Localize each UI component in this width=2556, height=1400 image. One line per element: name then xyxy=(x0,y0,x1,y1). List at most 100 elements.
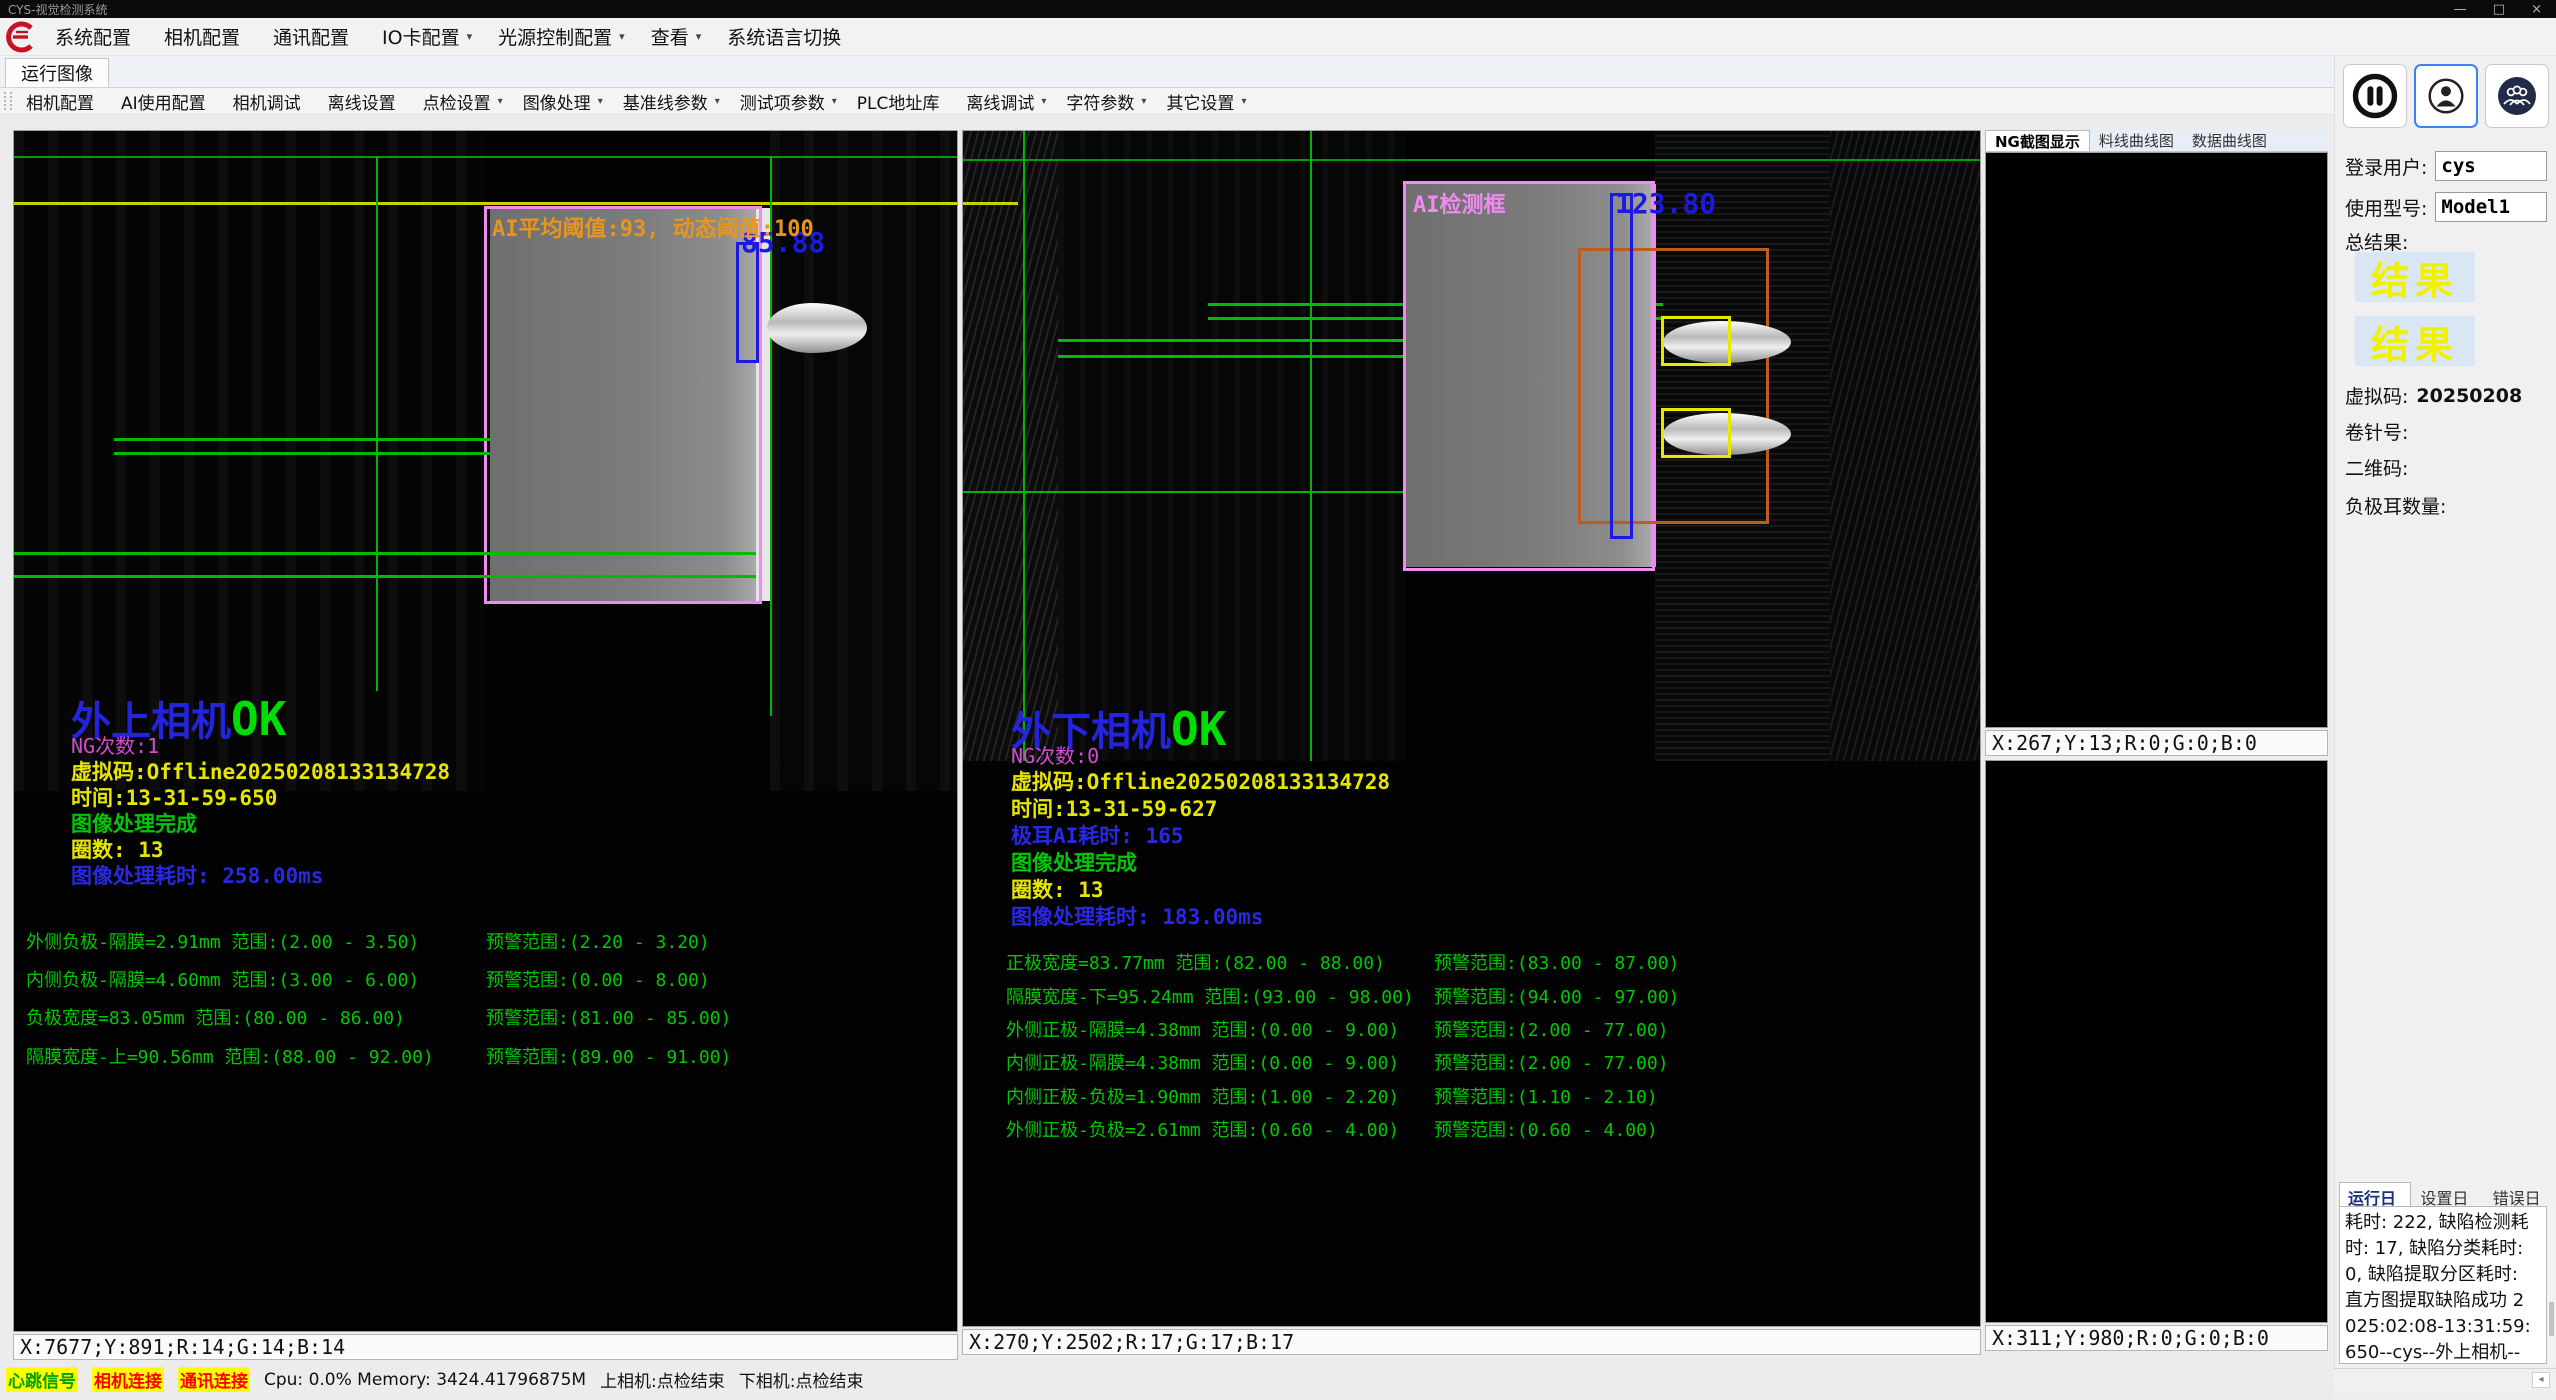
chevron-down-icon: ▾ xyxy=(598,96,603,107)
toolbar-camera-config[interactable]: 相机配置 xyxy=(16,89,111,114)
camera-connection-status: 相机连接 xyxy=(92,1367,164,1392)
virtual-code-row: 虚拟码: 20250208 xyxy=(2345,382,2522,409)
toolbar-test-item-params[interactable]: 测试项参数▾ xyxy=(730,89,847,114)
roi-rect-blue xyxy=(1610,193,1633,539)
model-row: 使用型号: xyxy=(2345,192,2547,222)
qrcode-row: 二维码: xyxy=(2345,454,2416,481)
menu-item-light-config[interactable]: 光源控制配置▾ xyxy=(485,18,638,55)
pause-button[interactable] xyxy=(2343,64,2407,128)
content-area: 运行图像 相机配置 AI使用配置 相机调试 离线设置 点检设置▾ 图像处理▾ 基… xyxy=(0,56,2556,1368)
tab-ng-screenshot[interactable]: NG截图显示 xyxy=(1985,130,2090,151)
measure-line xyxy=(963,491,1406,493)
menu-item-camera-config[interactable]: 相机配置 xyxy=(151,18,260,55)
toolbar-plc-address[interactable]: PLC地址库 xyxy=(847,89,957,114)
model-label: 使用型号: xyxy=(2345,194,2427,221)
camera-info-line: 图像处理耗时: 258.00ms xyxy=(71,860,323,890)
lower-camera-coords: X:270;Y:2502;R:17;G:17;B:17 xyxy=(962,1329,1981,1355)
side-panel: 登录用户: 使用型号: 总结果: 结果 结果 虚拟码: 20250208 卷针号… xyxy=(2334,56,2556,1368)
window-controls: — □ × xyxy=(2454,2,2548,17)
chevron-down-icon: ▾ xyxy=(1041,96,1046,107)
ng-thumbnail-upper[interactable]: 85.88 AI平均阈值:93, 动态阈值:100 外上相机OK NG次数:1 … xyxy=(1985,152,2328,728)
toolbar-grip-handle[interactable] xyxy=(4,92,12,110)
camera-result-title: 外下相机OK NG次数:0 xyxy=(1011,706,1226,766)
window-titlebar: CYS-视觉检测系统 — □ × xyxy=(0,0,2556,18)
cpu-memory-readout: Cpu: 0.0% Memory: 3424.41796875M xyxy=(264,1370,586,1390)
camera-info-line: 虚拟码:Offline20250208133134728 xyxy=(1011,766,1390,796)
toolbar-camera-debug[interactable]: 相机调试 xyxy=(223,89,318,114)
close-icon[interactable]: × xyxy=(2531,2,2542,17)
toolbar-spot-check[interactable]: 点检设置▾ xyxy=(413,89,513,114)
minimize-icon[interactable]: — xyxy=(2454,2,2467,17)
measure-line xyxy=(114,452,490,455)
menu-item-view[interactable]: 查看▾ xyxy=(638,18,715,55)
toolbar-image-processing[interactable]: 图像处理▾ xyxy=(513,89,613,114)
document-tab-bar: 运行图像 xyxy=(0,56,2334,88)
negative-tab-count-row: 负极耳数量: xyxy=(2345,492,2454,519)
menu-item-system-config[interactable]: 系统配置 xyxy=(42,18,151,55)
tab-line-curve[interactable]: 料线曲线图 xyxy=(2090,130,2183,151)
baseline-yellow xyxy=(14,202,958,205)
roi-rect-blue xyxy=(736,242,759,363)
single-user-button[interactable] xyxy=(2414,64,2478,128)
lower-camera-check-status: 下相机:点检结束 xyxy=(739,1367,864,1392)
roi-rect-pink xyxy=(484,206,762,604)
control-button-row xyxy=(2343,64,2556,128)
tab-run-image[interactable]: 运行图像 xyxy=(5,58,109,87)
toolbar-baseline-params[interactable]: 基准线参数▾ xyxy=(613,89,730,114)
ng-thumbnail-lower[interactable]: AI检测框 123.80 外下相机OK NG次数:0 xyxy=(1985,760,2328,1323)
lower-camera-panel: AI检测框 123.80 外下相机OK NG次数:0 xyxy=(962,130,1981,1400)
toolbar-char-params[interactable]: 字符参数▾ xyxy=(1056,89,1156,114)
roi-rect-yellow xyxy=(1661,408,1731,458)
login-user-row: 登录用户: xyxy=(2345,151,2547,181)
camera-status-ok: OK xyxy=(1171,702,1226,756)
chevron-down-icon: ▾ xyxy=(832,96,837,107)
camera-info-line: 图像处理完成 xyxy=(1011,847,1137,877)
toolbar-ai-usage-config[interactable]: AI使用配置 xyxy=(111,89,223,114)
measure-line xyxy=(1058,355,1406,358)
reference-line xyxy=(1310,131,1312,761)
model-field[interactable] xyxy=(2435,192,2547,222)
reference-line xyxy=(1023,131,1025,761)
login-user-label: 登录用户: xyxy=(2345,153,2427,180)
log-scrollbar[interactable] xyxy=(2548,1206,2555,1364)
scroll-corner[interactable]: ◂ xyxy=(2532,1372,2550,1388)
negative-tab-count-label: 负极耳数量: xyxy=(2345,492,2446,519)
winding-pin-label: 卷针号: xyxy=(2345,418,2408,445)
upper-camera-check-status: 上相机:点检结束 xyxy=(600,1367,725,1392)
lower-camera-image[interactable]: AI检测框 123.80 外下相机OK NG次数:0 xyxy=(962,130,1981,1327)
menu-bar: 系统配置 相机配置 通讯配置 IO卡配置▾ 光源控制配置▾ 查看▾ 系统语言切换 xyxy=(0,18,2556,56)
camera-info-line: 圈数: 13 xyxy=(1011,874,1104,904)
menu-item-comm-config[interactable]: 通讯配置 xyxy=(260,18,369,55)
multi-user-button[interactable] xyxy=(2485,64,2549,128)
roi-value: 123.80 xyxy=(1615,187,1716,220)
ng-view-tabs: NG截图显示 料线曲线图 数据曲线图 xyxy=(1985,130,2328,152)
toolbar-other-settings[interactable]: 其它设置▾ xyxy=(1156,89,1256,114)
ai-threshold-text: AI平均阈值:93, 动态阈值:100 xyxy=(492,211,814,243)
chevron-down-icon: ▾ xyxy=(467,30,473,43)
texture-band xyxy=(1830,131,1981,761)
measure-line xyxy=(1058,339,1406,342)
tab-data-curve[interactable]: 数据曲线图 xyxy=(2183,130,2276,151)
maximize-icon[interactable]: □ xyxy=(2493,2,2505,17)
reference-line xyxy=(376,156,378,691)
camera-info-line: 时间:13-31-59-627 xyxy=(1011,793,1217,823)
left-region: 运行图像 相机配置 AI使用配置 相机调试 离线设置 点检设置▾ 图像处理▾ 基… xyxy=(0,56,2334,1368)
result-box-lower: 结果 xyxy=(2355,316,2475,366)
ai-detect-box-label: AI检测框 xyxy=(1413,187,1506,219)
camera-result-title: 外上相机OK NG次数:1 xyxy=(71,696,286,756)
texture-band xyxy=(1058,131,1406,761)
login-user-field[interactable] xyxy=(2435,151,2547,181)
menu-item-io-config[interactable]: IO卡配置▾ xyxy=(369,18,485,55)
toolbar-offline-settings[interactable]: 离线设置 xyxy=(318,89,413,114)
menu-item-language-switch[interactable]: 系统语言切换 xyxy=(714,18,861,55)
pause-icon xyxy=(2349,70,2401,122)
toolbar-offline-debug[interactable]: 离线调试▾ xyxy=(956,89,1056,114)
chevron-down-icon: ▾ xyxy=(1141,96,1146,107)
camera-status-ok: OK xyxy=(231,692,286,746)
window-title: CYS-视觉检测系统 xyxy=(8,1,107,18)
run-log-text: 耗时: 222, 缺陷检测耗时: 17, 缺陷分类耗时: 0, 缺陷提取分区耗时… xyxy=(2339,1206,2547,1364)
upper-camera-image[interactable]: 85.88 AI平均阈值:93, 动态阈值:100 外上相机OK NG次数:1 … xyxy=(13,130,958,1332)
baseline-yellow xyxy=(963,202,1018,205)
measure-line xyxy=(114,438,490,441)
reference-line xyxy=(14,156,958,158)
